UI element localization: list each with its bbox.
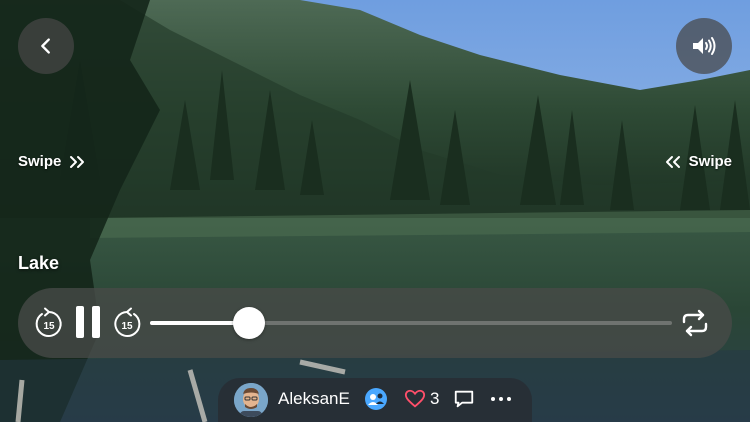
sound-button[interactable] bbox=[676, 18, 732, 74]
chevron-left-icon bbox=[41, 38, 50, 54]
post-info-bar: AleksanE 3 bbox=[218, 378, 532, 422]
avatar-memoji-icon bbox=[234, 383, 268, 417]
media-title: Lake bbox=[18, 253, 60, 273]
rewind-15-button[interactable]: 15 bbox=[32, 307, 66, 341]
repeat-icon bbox=[682, 309, 708, 337]
swipe-hint-right: Swipe bbox=[665, 153, 732, 170]
user-avatar[interactable] bbox=[234, 383, 268, 417]
shared-album-icon[interactable] bbox=[364, 387, 388, 411]
double-chevron-right-icon bbox=[70, 155, 85, 168]
likes-count: 3 bbox=[430, 389, 440, 408]
swipe-right-label: Swipe bbox=[688, 153, 732, 170]
back-button[interactable] bbox=[18, 18, 74, 74]
scrubber-handle[interactable] bbox=[233, 307, 265, 339]
swipe-hint-left: Swipe bbox=[18, 153, 85, 170]
lake-forest-video-frame bbox=[0, 0, 750, 422]
heart-icon[interactable] bbox=[404, 388, 426, 410]
progress-track[interactable] bbox=[150, 307, 672, 339]
pause-button[interactable] bbox=[73, 304, 103, 340]
swipe-left-label: Swipe bbox=[18, 153, 62, 170]
more-options-icon[interactable] bbox=[490, 392, 512, 406]
video-viewer: Swipe Swipe Lake 15 15 AleksanE 3 bbox=[0, 0, 750, 422]
pause-icon bbox=[76, 306, 100, 338]
playback-controls: 15 15 bbox=[18, 288, 732, 358]
repeat-button[interactable] bbox=[680, 309, 710, 337]
rewind-seconds-label: 15 bbox=[43, 320, 55, 332]
double-chevron-left-icon bbox=[665, 155, 680, 168]
comment-icon[interactable] bbox=[453, 388, 475, 410]
speaker-wave-icon bbox=[693, 37, 716, 55]
username[interactable]: AleksanE bbox=[278, 389, 350, 409]
forward-15-button[interactable]: 15 bbox=[110, 307, 144, 341]
forward-seconds-label: 15 bbox=[121, 320, 133, 332]
